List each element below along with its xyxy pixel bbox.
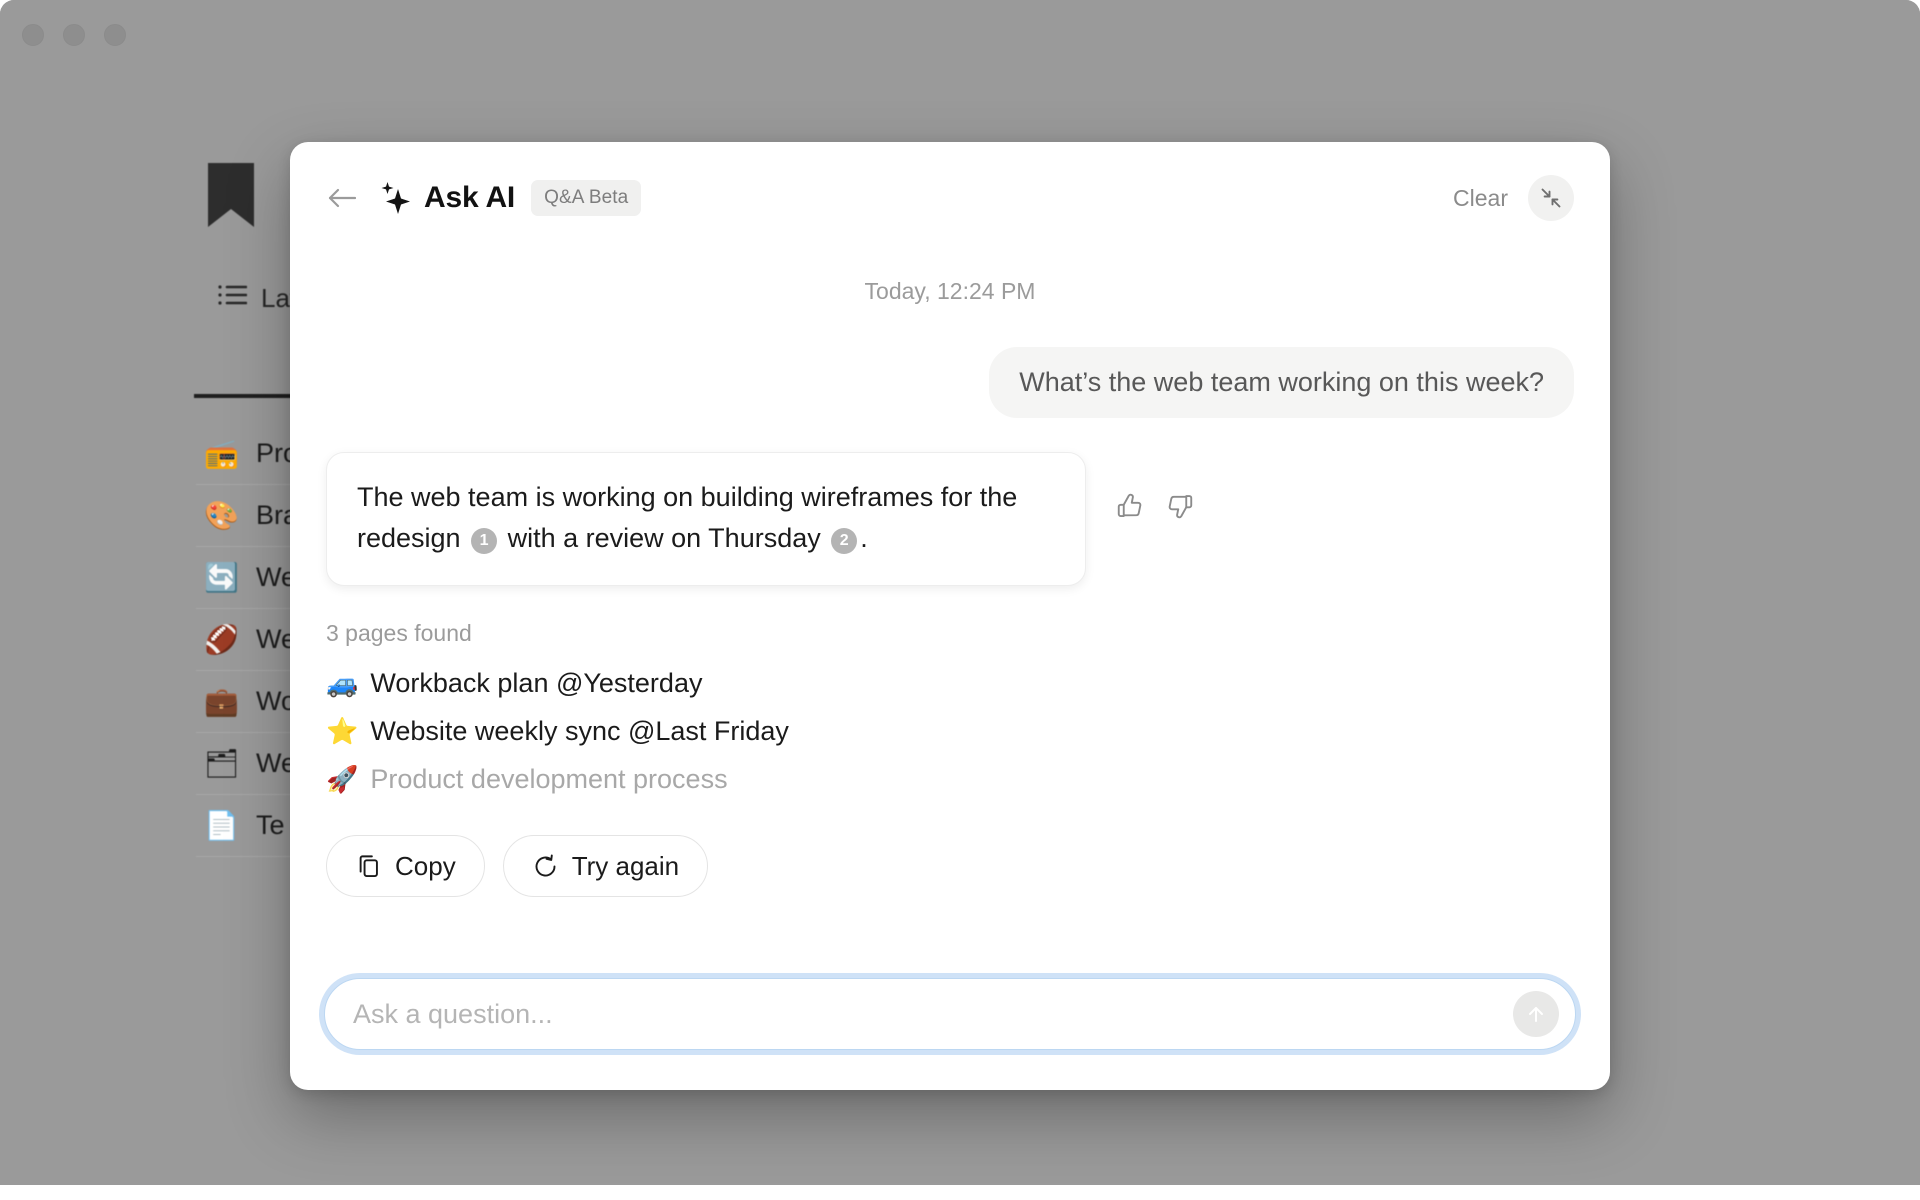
conversation-area: Today, 12:24 PM What’s the web team work… (290, 254, 1610, 978)
zoom-button[interactable] (104, 24, 126, 46)
document-emoji: 📄 (204, 810, 239, 841)
thumbs-down-icon (1168, 495, 1193, 519)
answer-text-part3: . (860, 523, 868, 554)
car-emoji: 🚙 (326, 667, 359, 698)
answer-text-part2: with a review on Thursday (500, 523, 829, 554)
source-item-label: Website weekly sync @Last Friday (370, 715, 789, 746)
desktop-bottom-strip (0, 1185, 1920, 1200)
page-title: Ask AI (424, 181, 516, 214)
status-badge: Q&A Beta (531, 180, 642, 216)
citation-badge-2[interactable]: 2 (831, 528, 858, 555)
source-item-label: Product development process (370, 763, 728, 794)
conversation-timestamp: Today, 12:24 PM (864, 278, 1036, 304)
try-again-button[interactable]: Try again (502, 835, 709, 898)
try-again-button-label: Try again (571, 850, 680, 881)
source-item[interactable]: 🚙 Workback plan @Yesterday (326, 659, 1574, 707)
ask-input-wrapper[interactable] (324, 978, 1576, 1050)
user-message-bubble: What’s the web team working on this week… (989, 347, 1574, 418)
arrow-up-icon (1529, 1007, 1543, 1022)
feedback-controls (1112, 488, 1198, 524)
palette-emoji: 🎨 (204, 500, 239, 531)
thumbs-up-icon (1117, 493, 1142, 517)
bookmark-icon (208, 163, 254, 227)
list-item-label: Te (256, 810, 285, 840)
app-window: Lat 📻 Pro 🎨 Bra 🔄 We 🏈 We 💼 Wo 🗂 We 📄 Te… (0, 0, 1920, 1185)
close-button[interactable] (22, 24, 44, 46)
copy-icon (359, 854, 378, 877)
thumbs-up-button[interactable] (1112, 488, 1148, 524)
source-item-label: Workback plan @Yesterday (370, 667, 703, 698)
answer-actions: Copy Try again (326, 835, 1574, 898)
assistant-message-bubble: The web team is working on building wire… (326, 452, 1086, 587)
window-emoji: 🗂 (204, 748, 240, 779)
copy-button-label: Copy (395, 850, 456, 881)
tab-latest[interactable]: Lat (217, 272, 297, 324)
assistant-message-row: The web team is working on building wire… (326, 452, 1574, 587)
collapse-diagonal-icon (1541, 188, 1561, 208)
rocket-emoji: 🚀 (326, 763, 359, 794)
dialog-header: Ask AI Q&A Beta Clear (290, 142, 1610, 254)
copy-button[interactable]: Copy (326, 835, 485, 898)
traffic-lights (22, 24, 126, 46)
user-message-row: What’s the web team working on this week… (326, 347, 1574, 418)
ask-ai-dialog: Ask AI Q&A Beta Clear Today, 12:24 PM Wh… (290, 142, 1610, 1090)
refresh-icon (535, 854, 556, 877)
send-button[interactable] (1513, 991, 1559, 1037)
counterclockwise-arrow-emoji: 🔄 (204, 562, 239, 593)
sources-section: 3 pages found 🚙 Workback plan @Yesterday… (326, 620, 1574, 803)
header-actions: Clear (1453, 175, 1574, 221)
sources-count-label: 3 pages found (326, 620, 472, 647)
football-emoji: 🏈 (204, 624, 239, 655)
clear-button[interactable]: Clear (1453, 185, 1508, 212)
list-icon (217, 283, 248, 314)
source-item[interactable]: ⭐ Website weekly sync @Last Friday (326, 707, 1574, 755)
back-button[interactable] (320, 176, 364, 220)
search-input[interactable] (353, 998, 1505, 1030)
sparkle-icon (378, 181, 412, 215)
collapse-button[interactable] (1528, 175, 1574, 221)
thumbs-down-button[interactable] (1162, 488, 1198, 524)
minimize-button[interactable] (63, 24, 85, 46)
source-item[interactable]: 🚀 Product development process (326, 755, 1574, 803)
briefcase-emoji: 💼 (204, 686, 239, 717)
star-emoji: ⭐ (326, 715, 359, 746)
screen: Lat 📻 Pro 🎨 Bra 🔄 We 🏈 We 💼 Wo 🗂 We 📄 Te… (0, 0, 1920, 1200)
radio-emoji: 📻 (204, 438, 239, 469)
arrow-left-icon (328, 188, 356, 208)
dialog-footer (290, 978, 1610, 1090)
window-titlebar (0, 0, 1920, 68)
citation-badge-1[interactable]: 1 (471, 528, 498, 555)
